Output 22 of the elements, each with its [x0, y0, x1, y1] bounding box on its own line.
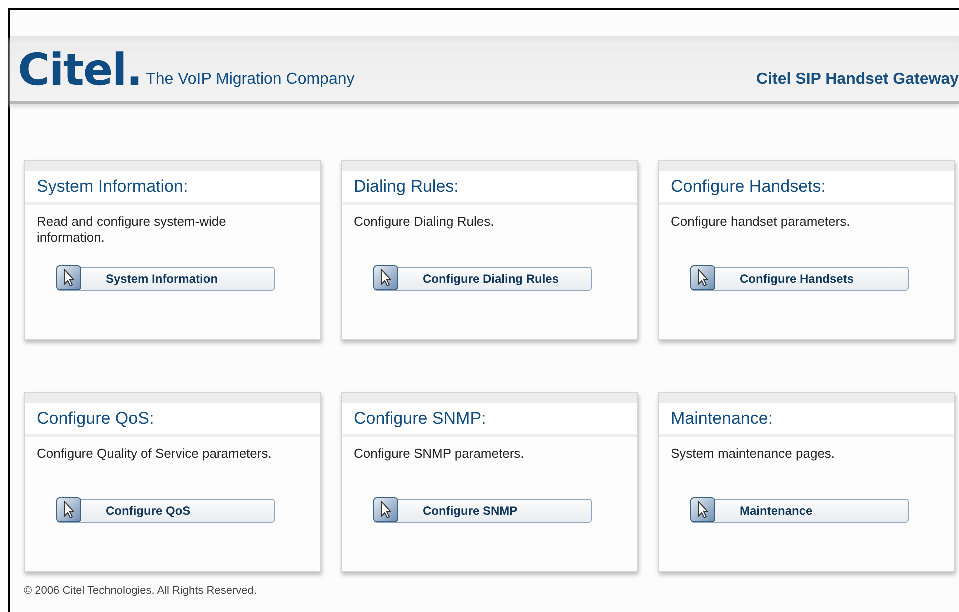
cursor-icon	[690, 497, 716, 523]
cursor-icon	[690, 265, 716, 291]
card-button[interactable]: Configure Handsets	[691, 267, 909, 291]
copyright-text: © 2006 Citel Technologies. All Rights Reserved.	[23, 584, 258, 597]
card-description: Configure Quality of Service parameters.	[36, 445, 273, 463]
card-button[interactable]: Maintenance	[691, 499, 909, 523]
cursor-icon	[373, 265, 399, 291]
tagline: The VoIP Migration Company	[146, 71, 355, 89]
card-description: Configure Dialing Rules.	[353, 213, 496, 231]
card-description: Configure handset parameters.	[670, 213, 852, 231]
cursor-icon	[373, 497, 399, 523]
card-button[interactable]: System Information	[57, 267, 275, 291]
product-title: Citel SIP Handset Gateway	[756, 71, 959, 89]
card-button[interactable]: Configure QoS	[57, 499, 275, 523]
cursor-icon	[56, 497, 82, 523]
card-description: Configure SNMP parameters.	[353, 445, 526, 463]
logo: Citel.	[18, 49, 142, 93]
card-description: Read and configure system-wide information.	[36, 213, 228, 247]
cursor-icon	[56, 265, 82, 291]
card-button[interactable]: Configure SNMP	[374, 499, 592, 523]
card-button[interactable]: Configure Dialing Rules	[374, 267, 592, 291]
card-description: System maintenance pages.	[670, 445, 836, 463]
